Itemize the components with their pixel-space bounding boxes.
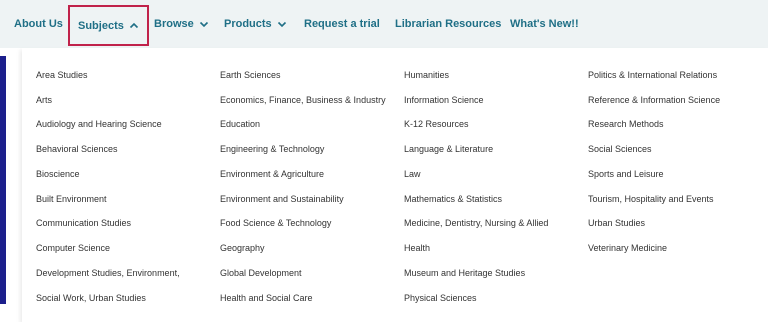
chevron-up-icon (129, 22, 138, 28)
nav-librarian-resources[interactable]: Librarian Resources (395, 0, 501, 48)
page-accent-bar (0, 56, 6, 304)
subject-link[interactable]: Area Studies (36, 69, 88, 81)
subject-link[interactable]: Social Sciences (588, 143, 652, 155)
nav-request-trial-label: Request a trial (304, 18, 380, 30)
nav-products[interactable]: Products (224, 0, 287, 48)
subject-link[interactable]: Humanities (404, 69, 449, 81)
subject-link[interactable]: Reference & Information Science (588, 94, 720, 106)
subject-link[interactable]: Earth Sciences (220, 69, 281, 81)
subject-link[interactable]: Tourism, Hospitality and Events (588, 193, 714, 205)
subject-link[interactable]: Development Studies, Environment, (36, 267, 180, 279)
nav-whats-new[interactable]: What's New!! (510, 0, 579, 48)
subject-link[interactable]: Built Environment (36, 193, 107, 205)
subject-link[interactable]: Research Methods (588, 118, 664, 130)
subject-link[interactable]: Food Science & Technology (220, 217, 331, 229)
nav-products-label: Products (224, 18, 272, 30)
subject-link[interactable]: Mathematics & Statistics (404, 193, 502, 205)
subject-link[interactable]: Education (220, 118, 260, 130)
nav-subjects-label: Subjects (78, 19, 124, 32)
chevron-down-icon (199, 21, 208, 28)
subject-link[interactable]: Health (404, 242, 430, 254)
subject-link[interactable]: Engineering & Technology (220, 143, 324, 155)
subject-link[interactable]: Environment and Sustainability (220, 193, 344, 205)
subjects-dropdown: Area Studies Arts Audiology and Hearing … (22, 48, 768, 322)
subject-link[interactable]: Geography (220, 242, 265, 254)
subject-link[interactable]: Law (404, 168, 421, 180)
nav-whats-new-label: What's New!! (510, 18, 579, 30)
subject-link[interactable]: Computer Science (36, 242, 110, 254)
chevron-down-icon (277, 21, 286, 28)
subject-link[interactable]: Health and Social Care (220, 292, 313, 304)
subject-link[interactable]: K-12 Resources (404, 118, 469, 130)
nav-subjects[interactable]: Subjects (68, 5, 149, 46)
subject-link[interactable]: Museum and Heritage Studies (404, 267, 525, 279)
subject-link[interactable]: Physical Sciences (404, 292, 477, 304)
subject-link[interactable]: Social Work, Urban Studies (36, 292, 146, 304)
nav-about-us[interactable]: About Us (14, 0, 63, 48)
subject-link[interactable]: Communication Studies (36, 217, 131, 229)
subject-link[interactable]: Economics, Finance, Business & Industry (220, 94, 386, 106)
subject-link[interactable]: Sports and Leisure (588, 168, 664, 180)
subject-link[interactable]: Politics & International Relations (588, 69, 717, 81)
nav-browse-label: Browse (154, 18, 194, 30)
subject-link[interactable]: Audiology and Hearing Science (36, 118, 162, 130)
subject-link[interactable]: Global Development (220, 267, 302, 279)
subject-link[interactable]: Veterinary Medicine (588, 242, 667, 254)
subject-link[interactable]: Medicine, Dentistry, Nursing & Allied (404, 217, 548, 229)
subject-link[interactable]: Behavioral Sciences (36, 143, 118, 155)
subject-link[interactable]: Bioscience (36, 168, 80, 180)
nav-browse[interactable]: Browse (154, 0, 209, 48)
subject-link[interactable]: Environment & Agriculture (220, 168, 324, 180)
subject-link[interactable]: Language & Literature (404, 143, 493, 155)
top-navigation: About Us Subjects Browse Products Reques… (0, 0, 768, 48)
subject-link[interactable]: Arts (36, 94, 52, 106)
subject-link[interactable]: Urban Studies (588, 217, 645, 229)
subject-link[interactable]: Information Science (404, 94, 484, 106)
nav-librarian-resources-label: Librarian Resources (395, 18, 502, 30)
nav-request-trial[interactable]: Request a trial (304, 0, 380, 48)
nav-about-us-label: About Us (14, 18, 63, 30)
